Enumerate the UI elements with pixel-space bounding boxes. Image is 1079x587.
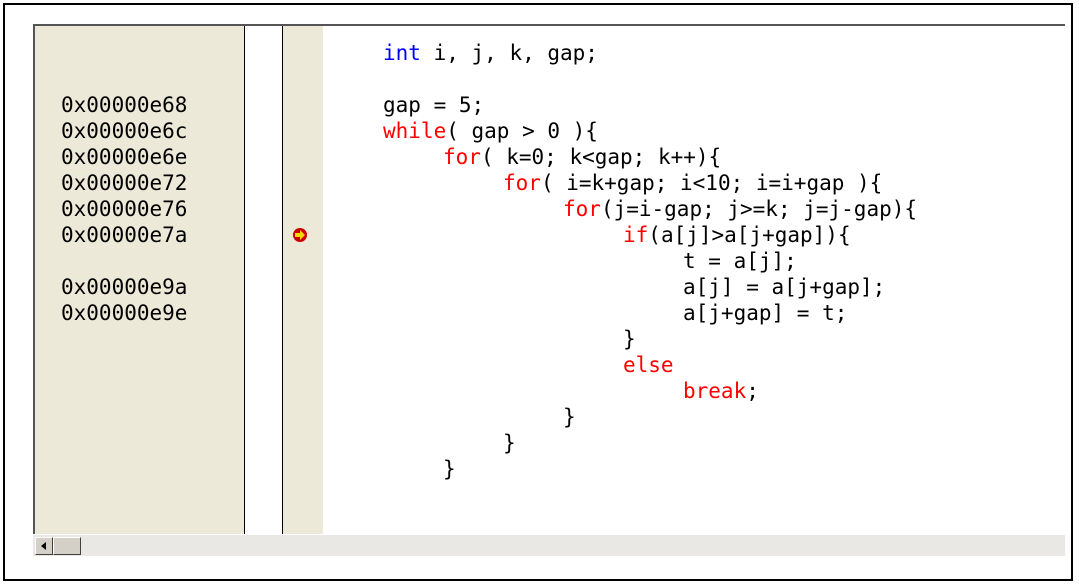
address-label: 0x00000e6c xyxy=(61,119,188,143)
address-label: 0x00000e76 xyxy=(61,197,188,221)
address-label: 0x00000e68 xyxy=(61,93,188,117)
scroll-thumb[interactable] xyxy=(53,537,81,555)
address-label: 0x00000e6e xyxy=(61,145,188,169)
code-text: ( k=0; k<gap; k++){ xyxy=(480,145,722,169)
breakpoint-column[interactable] xyxy=(245,26,283,534)
code-text: gap = 5; xyxy=(383,93,485,117)
source-code-area[interactable]: int i, j, k, gap; gap = 5; while( gap > 0 … xyxy=(323,26,1065,534)
scroll-left-button[interactable] xyxy=(35,537,53,555)
code-line[interactable]: break; xyxy=(683,378,759,404)
code-keyword: int xyxy=(383,41,421,65)
source-editor: 0x00000e68 0x00000e6c 0x00000e6e 0x00000e72… xyxy=(33,24,1065,534)
code-keyword: for xyxy=(563,197,601,221)
address-label: 0x00000e7a xyxy=(61,223,188,247)
code-text: ( i=k+gap; i<10; i=i+gap ){ xyxy=(540,171,883,195)
address-label: 0x00000e9a xyxy=(61,275,188,299)
code-text: ; xyxy=(746,379,759,403)
code-line[interactable]: else xyxy=(623,352,674,378)
address-column: 0x00000e68 0x00000e6c 0x00000e6e 0x00000e72… xyxy=(35,26,245,534)
code-line[interactable]: while( gap > 0 ){ xyxy=(383,118,598,144)
code-keyword: for xyxy=(443,145,481,169)
code-text: a[j+gap] = t; xyxy=(683,301,848,325)
code-keyword: while xyxy=(383,119,447,143)
code-line[interactable]: } xyxy=(563,404,576,430)
code-line[interactable]: for(j=i-gap; j>=k; j=j-gap){ xyxy=(563,196,917,222)
code-keyword: if xyxy=(623,223,649,247)
scroll-left-arrow-icon xyxy=(41,542,46,550)
code-text: } xyxy=(623,327,636,351)
code-text: } xyxy=(503,431,516,455)
code-text: a[j] = a[j+gap]; xyxy=(683,275,886,299)
code-line[interactable]: a[j] = a[j+gap]; xyxy=(683,274,885,300)
current-line-arrow-icon xyxy=(293,228,307,242)
source-window-frame: 0x00000e68 0x00000e6c 0x00000e6e 0x00000e72… xyxy=(3,3,1073,581)
code-line[interactable]: } xyxy=(623,326,636,352)
code-line[interactable]: t = a[j]; xyxy=(683,248,797,274)
code-line[interactable]: a[j+gap] = t; xyxy=(683,300,847,326)
code-text: (j=i-gap; j>=k; j=j-gap){ xyxy=(600,197,918,221)
code-text: i, j, k, gap; xyxy=(420,41,598,65)
code-text: } xyxy=(563,405,576,429)
code-keyword: break xyxy=(683,379,747,403)
address-label: 0x00000e72 xyxy=(61,171,188,195)
code-line[interactable]: for( i=k+gap; i<10; i=i+gap ){ xyxy=(503,170,882,196)
horizontal-scrollbar[interactable] xyxy=(33,534,1065,556)
code-line[interactable]: gap = 5; xyxy=(383,92,484,118)
code-keyword: for xyxy=(503,171,541,195)
code-line[interactable]: for( k=0; k<gap; k++){ xyxy=(443,144,721,170)
code-text: (a[j]>a[j+gap]){ xyxy=(648,223,851,247)
code-text: t = a[j]; xyxy=(683,249,797,273)
code-line[interactable]: int i, j, k, gap; xyxy=(383,40,598,66)
code-text: ( gap > 0 ){ xyxy=(446,119,598,143)
event-column[interactable] xyxy=(283,26,323,534)
code-text: } xyxy=(443,457,456,481)
code-line[interactable]: } xyxy=(503,430,516,456)
address-label: 0x00000e9e xyxy=(61,301,188,325)
code-line[interactable]: } xyxy=(443,456,456,482)
code-keyword: else xyxy=(623,353,674,377)
code-line[interactable]: if(a[j]>a[j+gap]){ xyxy=(623,222,851,248)
